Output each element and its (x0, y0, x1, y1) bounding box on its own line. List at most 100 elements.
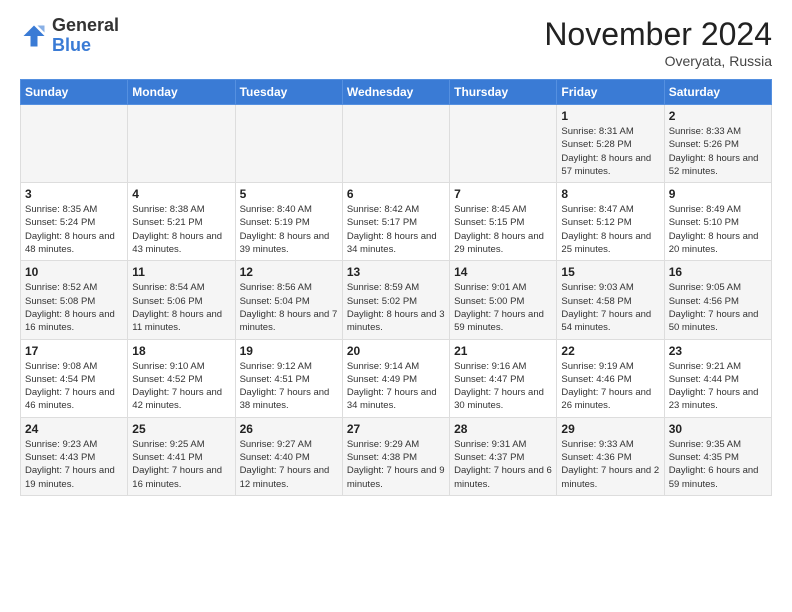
day-info: Sunrise: 9:08 AMSunset: 4:54 PMDaylight:… (25, 360, 123, 413)
header-row: Sunday Monday Tuesday Wednesday Thursday… (21, 80, 772, 105)
day-info: Sunrise: 8:45 AMSunset: 5:15 PMDaylight:… (454, 203, 552, 256)
day-info: Sunrise: 8:59 AMSunset: 5:02 PMDaylight:… (347, 281, 445, 334)
calendar-cell: 20 Sunrise: 9:14 AMSunset: 4:49 PMDayligh… (342, 339, 449, 417)
calendar-week-4: 17 Sunrise: 9:08 AMSunset: 4:54 PMDayligh… (21, 339, 772, 417)
day-info: Sunrise: 9:27 AMSunset: 4:40 PMDaylight:… (240, 438, 338, 491)
calendar-week-2: 3Sunrise: 8:35 AMSunset: 5:24 PMDaylight… (21, 183, 772, 261)
calendar-cell: 16 Sunrise: 9:05 AMSunset: 4:56 PMDayligh… (664, 261, 771, 339)
calendar-cell: 6 Sunrise: 8:42 AMSunset: 5:17 PMDaylight… (342, 183, 449, 261)
day-info: Sunrise: 9:10 AMSunset: 4:52 PMDaylight:… (132, 360, 230, 413)
day-info: Sunrise: 9:35 AMSunset: 4:35 PMDaylight:… (669, 438, 767, 491)
day-number: 12 (240, 265, 338, 279)
day-number: 2 (669, 109, 767, 123)
calendar-cell: 30 Sunrise: 9:35 AMSunset: 4:35 PMDayligh… (664, 417, 771, 495)
calendar-cell: 8 Sunrise: 8:47 AMSunset: 5:12 PMDaylight… (557, 183, 664, 261)
day-info: Sunrise: 8:31 AMSunset: 5:28 PMDaylight:… (561, 125, 659, 178)
title-block: November 2024 Overyata, Russia (544, 16, 772, 69)
calendar-cell: 18 Sunrise: 9:10 AMSunset: 4:52 PMDayligh… (128, 339, 235, 417)
calendar-week-3: 10Sunrise: 8:52 AMSunset: 5:08 PMDayligh… (21, 261, 772, 339)
calendar-cell: 21 Sunrise: 9:16 AMSunset: 4:47 PMDayligh… (450, 339, 557, 417)
calendar-cell: 24Sunrise: 9:23 AMSunset: 4:43 PMDayligh… (21, 417, 128, 495)
day-info: Sunrise: 8:38 AMSunset: 5:21 PMDaylight:… (132, 203, 230, 256)
day-number: 23 (669, 344, 767, 358)
calendar-cell: 17 Sunrise: 9:08 AMSunset: 4:54 PMDayligh… (21, 339, 128, 417)
day-number: 8 (561, 187, 659, 201)
day-info: Sunrise: 8:42 AMSunset: 5:17 PMDaylight:… (347, 203, 445, 256)
header: General Blue November 2024 Overyata, Rus… (20, 16, 772, 69)
day-number: 15 (561, 265, 659, 279)
day-number: 11 (132, 265, 230, 279)
calendar-cell: 27 Sunrise: 9:29 AMSunset: 4:38 PMDayligh… (342, 417, 449, 495)
day-info: Sunrise: 9:33 AMSunset: 4:36 PMDaylight:… (561, 438, 659, 491)
day-info: Sunrise: 8:49 AMSunset: 5:10 PMDaylight:… (669, 203, 767, 256)
day-number: 30 (669, 422, 767, 436)
day-number: 20 (347, 344, 445, 358)
col-wednesday: Wednesday (342, 80, 449, 105)
calendar-cell: 12 Sunrise: 8:56 AMSunset: 5:04 PMDayligh… (235, 261, 342, 339)
logo-general: General (52, 15, 119, 35)
col-friday: Friday (557, 80, 664, 105)
day-number: 7 (454, 187, 552, 201)
calendar-cell: 15 Sunrise: 9:03 AMSunset: 4:58 PMDayligh… (557, 261, 664, 339)
calendar-cell: 3Sunrise: 8:35 AMSunset: 5:24 PMDaylight… (21, 183, 128, 261)
day-number: 29 (561, 422, 659, 436)
calendar-week-1: 1 Sunrise: 8:31 AMSunset: 5:28 PMDaylight… (21, 105, 772, 183)
day-number: 22 (561, 344, 659, 358)
day-info: Sunrise: 8:52 AMSunset: 5:08 PMDaylight:… (25, 281, 123, 334)
day-info: Sunrise: 8:56 AMSunset: 5:04 PMDaylight:… (240, 281, 338, 334)
calendar-cell (128, 105, 235, 183)
day-number: 21 (454, 344, 552, 358)
day-number: 17 (25, 344, 123, 358)
day-info: Sunrise: 9:29 AMSunset: 4:38 PMDaylight:… (347, 438, 445, 491)
calendar-cell (450, 105, 557, 183)
logo-blue: Blue (52, 35, 91, 55)
calendar-cell: 22 Sunrise: 9:19 AMSunset: 4:46 PMDayligh… (557, 339, 664, 417)
day-info: Sunrise: 8:54 AMSunset: 5:06 PMDaylight:… (132, 281, 230, 334)
logo-icon (20, 22, 48, 50)
day-number: 27 (347, 422, 445, 436)
day-number: 5 (240, 187, 338, 201)
calendar-cell: 28 Sunrise: 9:31 AMSunset: 4:37 PMDayligh… (450, 417, 557, 495)
day-number: 4 (132, 187, 230, 201)
calendar-cell: 26 Sunrise: 9:27 AMSunset: 4:40 PMDayligh… (235, 417, 342, 495)
calendar-cell: 19 Sunrise: 9:12 AMSunset: 4:51 PMDayligh… (235, 339, 342, 417)
day-info: Sunrise: 9:14 AMSunset: 4:49 PMDaylight:… (347, 360, 445, 413)
month-title: November 2024 (544, 16, 772, 53)
day-info: Sunrise: 9:03 AMSunset: 4:58 PMDaylight:… (561, 281, 659, 334)
calendar-cell: 4 Sunrise: 8:38 AMSunset: 5:21 PMDaylight… (128, 183, 235, 261)
day-info: Sunrise: 9:12 AMSunset: 4:51 PMDaylight:… (240, 360, 338, 413)
day-info: Sunrise: 9:31 AMSunset: 4:37 PMDaylight:… (454, 438, 552, 491)
day-number: 28 (454, 422, 552, 436)
day-number: 9 (669, 187, 767, 201)
calendar-cell: 5Sunrise: 8:40 AMSunset: 5:19 PMDaylight… (235, 183, 342, 261)
day-number: 6 (347, 187, 445, 201)
calendar-cell: 7 Sunrise: 8:45 AMSunset: 5:15 PMDaylight… (450, 183, 557, 261)
col-tuesday: Tuesday (235, 80, 342, 105)
calendar-cell: 13Sunrise: 8:59 AMSunset: 5:02 PMDayligh… (342, 261, 449, 339)
location: Overyata, Russia (544, 53, 772, 69)
col-saturday: Saturday (664, 80, 771, 105)
day-number: 1 (561, 109, 659, 123)
day-info: Sunrise: 9:19 AMSunset: 4:46 PMDaylight:… (561, 360, 659, 413)
day-number: 3 (25, 187, 123, 201)
page: General Blue November 2024 Overyata, Rus… (0, 0, 792, 506)
calendar-cell (21, 105, 128, 183)
calendar-cell: 23 Sunrise: 9:21 AMSunset: 4:44 PMDayligh… (664, 339, 771, 417)
calendar-cell: 2Sunrise: 8:33 AMSunset: 5:26 PMDaylight… (664, 105, 771, 183)
calendar-cell: 10Sunrise: 8:52 AMSunset: 5:08 PMDayligh… (21, 261, 128, 339)
day-info: Sunrise: 9:01 AMSunset: 5:00 PMDaylight:… (454, 281, 552, 334)
calendar-cell (342, 105, 449, 183)
col-thursday: Thursday (450, 80, 557, 105)
calendar-cell: 14Sunrise: 9:01 AMSunset: 5:00 PMDayligh… (450, 261, 557, 339)
day-number: 19 (240, 344, 338, 358)
day-number: 26 (240, 422, 338, 436)
calendar-cell: 9 Sunrise: 8:49 AMSunset: 5:10 PMDaylight… (664, 183, 771, 261)
day-number: 18 (132, 344, 230, 358)
day-info: Sunrise: 9:05 AMSunset: 4:56 PMDaylight:… (669, 281, 767, 334)
day-number: 16 (669, 265, 767, 279)
day-info: Sunrise: 9:16 AMSunset: 4:47 PMDaylight:… (454, 360, 552, 413)
day-info: Sunrise: 9:21 AMSunset: 4:44 PMDaylight:… (669, 360, 767, 413)
day-info: Sunrise: 8:47 AMSunset: 5:12 PMDaylight:… (561, 203, 659, 256)
logo: General Blue (20, 16, 119, 56)
col-monday: Monday (128, 80, 235, 105)
